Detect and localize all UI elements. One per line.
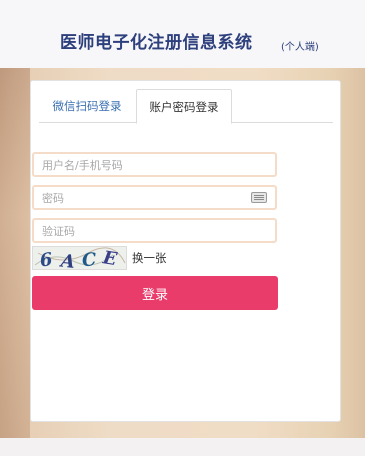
username-field[interactable] — [32, 152, 277, 177]
header: 医师电子化注册信息系统 (个人端) — [0, 0, 365, 68]
page-title: 医师电子化注册信息系统 — [60, 33, 253, 53]
login-tabs: 微信扫码登录 账户密码登录 — [39, 89, 333, 124]
captcha-input[interactable] — [34, 221, 275, 242]
login-button[interactable]: 登录 — [32, 276, 278, 310]
tab-wechat-login[interactable]: 微信扫码登录 — [39, 89, 135, 123]
captcha-image[interactable]: 6 A C E — [32, 246, 127, 270]
tab-password-login[interactable]: 账户密码登录 — [136, 89, 232, 124]
password-field[interactable] — [32, 185, 277, 210]
captcha-field[interactable] — [32, 218, 277, 243]
username-input[interactable] — [34, 155, 275, 176]
keyboard-icon[interactable] — [251, 192, 267, 203]
footer-strip — [0, 438, 365, 456]
captcha-char-3: C — [81, 249, 98, 270]
page-subtitle: (个人端) — [281, 42, 319, 53]
refresh-captcha-link[interactable]: 换一张 — [132, 250, 167, 266]
password-input[interactable] — [34, 188, 275, 209]
